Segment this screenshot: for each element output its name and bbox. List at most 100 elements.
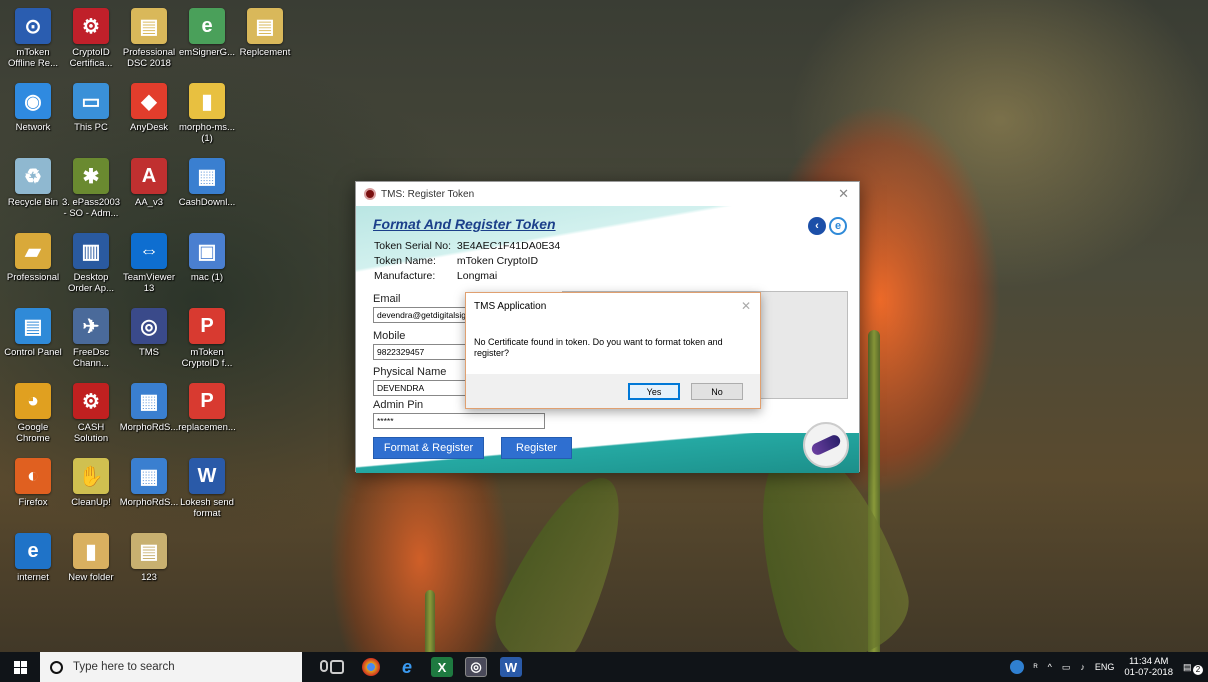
desktop-app-icon: ▦ [131,458,167,494]
serial-label: Token Serial No: [374,240,452,252]
desktop-icon-label: Replcement [239,47,291,58]
desktop-icon[interactable]: A AA_v3 [119,158,179,208]
battery-icon[interactable]: ▭ [1062,662,1071,673]
tms-app-icon [364,188,376,200]
desktop-icon[interactable]: Preplacemen... [177,383,237,433]
excel-taskbar-icon[interactable]: X [431,657,453,677]
taskbar: Type here to search e X ◎ W ᴿ ^ ▭ ♪ ENG … [0,652,1208,682]
desktop-app-icon: ◆ [131,83,167,119]
help-icon[interactable] [1009,660,1024,674]
desktop-icon[interactable]: ⊙ mToken Offline Re... [3,8,63,69]
word-taskbar-icon[interactable]: W [500,657,522,677]
desktop-app-icon: P [189,308,225,344]
format-register-button[interactable]: Format & Register [373,437,484,459]
physical-name-label: Physical Name [373,366,447,378]
tms-taskbar-icon[interactable]: ◎ [465,657,487,677]
desktop-app-icon: ▰ [15,233,51,269]
ie-taskbar-icon[interactable]: e [396,657,418,677]
desktop-icon-label: Google Chrome [16,422,50,444]
desktop-icon[interactable]: W Lokesh send format [177,458,237,519]
desktop-app-icon: ✱ [73,158,109,194]
chrome-taskbar-icon[interactable] [362,658,380,676]
emsigner-icon[interactable]: e [829,217,847,235]
desktop-icon-label: replacemen... [178,422,236,433]
dialog-title: TMS Application [474,301,547,312]
desktop-icon[interactable]: ▤ Replcement [235,8,295,58]
desktop-icon[interactable]: ◎ TMS [119,308,179,358]
desktop-icon[interactable]: ◆ AnyDesk [119,83,179,133]
wallpaper-stem [425,590,435,660]
desktop-icon-label: Network [15,122,51,133]
language-indicator[interactable]: ENG [1095,662,1115,672]
people-icon[interactable]: ᴿ [1034,662,1038,672]
desktop-app-icon: ♻ [15,158,51,194]
desktop-icon[interactable]: ▭ This PC [61,83,121,133]
desktop-icon[interactable]: ▦ CashDownl... [177,158,237,208]
desktop-app-icon: ◐ [15,458,51,494]
desktop-icon[interactable]: ⇔ TeamViewer 13 [119,233,179,294]
search-box[interactable]: Type here to search [40,652,328,682]
desktop-icon[interactable]: PmToken CryptoID f... [177,308,237,369]
yes-button[interactable]: Yes [628,383,680,400]
microphone-icon[interactable] [320,660,328,672]
desktop-icon-label: Firefox [18,497,48,508]
desktop-icon-label: 3. ePass2003 - SO - Adm... [61,197,121,219]
desktop-icon[interactable]: ▦ MorphoRdS... [119,383,179,433]
mobile-field[interactable]: 9822329457 [373,344,473,360]
manufacture-value: Longmai [456,270,498,282]
clock[interactable]: 11:34 AM 01-07-2018 [1124,656,1173,678]
desktop-icon-label: This PC [74,122,108,133]
desktop-icon[interactable]: ▣ mac (1) [177,233,237,283]
notification-icon[interactable]: ▤ 2 [1183,662,1203,675]
desktop-icon[interactable]: ◐ Firefox [3,458,63,508]
task-view-icon[interactable] [330,660,344,674]
desktop-icon[interactable]: ▤ Control Panel [3,308,63,358]
desktop-icon-label: FreeDsc Chann... [73,347,109,369]
dialog-close-icon[interactable]: ✕ [741,299,751,313]
desktop-icon-label: Professional DSC 2018 [122,47,176,69]
physical-name-field[interactable]: DEVENDRA [373,380,473,396]
desktop-icon[interactable]: e emSignerG... [177,8,237,58]
back-icon[interactable]: ‹ [808,217,826,235]
serial-value: 3E4AEC1F41DA0E34 [456,240,561,252]
desktop-icon[interactable]: ✱ 3. ePass2003 - SO - Adm... [61,158,121,219]
desktop-app-icon: ▤ [15,308,51,344]
no-button[interactable]: No [691,383,743,400]
desktop-app-icon: ▮ [73,533,109,569]
close-icon[interactable]: ✕ [838,186,849,202]
desktop-icon[interactable]: ◉ Network [3,83,63,133]
desktop-icon[interactable]: ◕ Google Chrome [3,383,63,444]
desktop-app-icon: ✈ [73,308,109,344]
desktop-icon[interactable]: ⚙ CryptoID Certifica... [61,8,121,69]
desktop-icon[interactable]: ▮ morpho-ms... (1) [177,83,237,144]
desktop-icon-label: AA_v3 [135,197,163,208]
email-field[interactable]: devendra@getdigitalsign [373,307,473,323]
desktop-icon[interactable]: ▰ Professional [3,233,63,283]
windows-icon [13,660,27,674]
desktop-icon[interactable]: ▥ Desktop Order Ap... [61,233,121,294]
chevron-up-icon[interactable]: ^ [1048,662,1052,672]
admin-pin-field[interactable]: ***** [373,413,545,429]
desktop-icon[interactable]: e internet [3,533,63,583]
desktop-icon[interactable]: ♻ Recycle Bin [3,158,63,208]
desktop-icon[interactable]: ▦ MorphoRdS... [119,458,179,508]
search-placeholder: Type here to search [73,661,175,673]
mobile-label: Mobile [373,330,406,342]
token-name-row: Token Name: mToken CryptoID [374,255,538,267]
desktop-icon[interactable]: ▤ 123 [119,533,179,583]
volume-icon[interactable]: ♪ [1080,662,1085,672]
desktop-icon-label: mToken CryptoID f... [181,347,233,369]
desktop-icon[interactable]: ⚙ CASH Solution [61,383,121,444]
desktop-icon[interactable]: ✋ CleanUp! [61,458,121,508]
start-button[interactable] [0,652,40,682]
token-name-value: mToken CryptoID [456,255,539,267]
register-button[interactable]: Register [501,437,572,459]
desktop-app-icon: ▤ [247,8,283,44]
desktop-icon[interactable]: ✈ FreeDsc Chann... [61,308,121,369]
desktop-icon[interactable]: ▮ New folder [61,533,121,583]
desktop-app-icon: ▤ [131,8,167,44]
desktop-app-icon: ⚙ [73,383,109,419]
desktop-icon[interactable]: ▤ Professional DSC 2018 [119,8,179,69]
desktop-icon-label: MorphoRdS... [119,422,179,433]
window-titlebar[interactable]: TMS: Register Token ✕ [356,182,859,206]
